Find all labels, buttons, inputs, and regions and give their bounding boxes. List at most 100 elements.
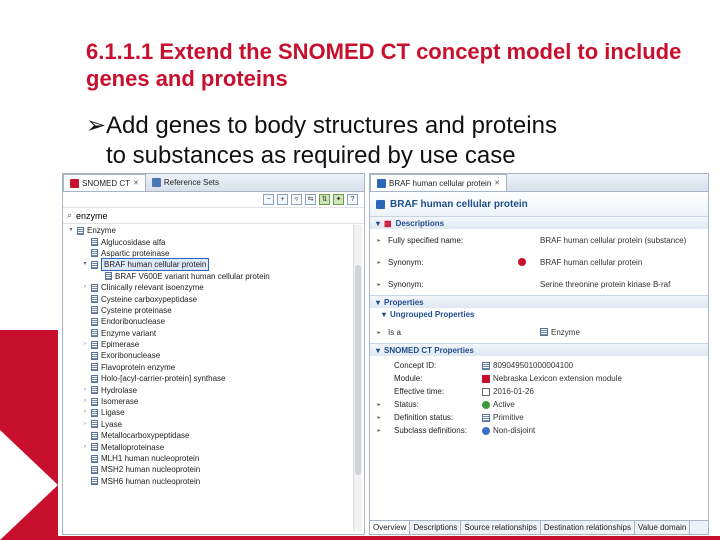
concept-icon <box>91 283 98 292</box>
chevron-right-icon[interactable]: › <box>81 282 89 293</box>
tree-item-label: Cysteine proteinase <box>101 305 172 315</box>
chevron-down-icon[interactable]: ▾ <box>67 225 75 236</box>
tree-item-braf-human-cellular-protein[interactable]: ▾ BRAF human cellular protein <box>63 258 353 272</box>
snomed-property-status: ▸ Status: Active <box>370 398 708 411</box>
tree-item-holo-acyl-carrier-protein-synthase[interactable]: Holo-[acyl-carrier-protein] synthase <box>63 373 353 384</box>
tree-item-cysteine-proteinase[interactable]: Cysteine proteinase <box>63 305 353 316</box>
tree-item-enzyme[interactable]: ▾ Enzyme <box>63 225 353 236</box>
property-value-cell: Nebraska Lexicon extension module <box>482 374 708 383</box>
chevron-right-icon[interactable]: › <box>81 419 89 430</box>
snomed-property-module: Module: Nebraska Lexicon extension module <box>370 372 708 385</box>
tree-item-label: Endoribonuclease <box>101 317 166 327</box>
ungrouped-properties-header[interactable]: ▾ Ungrouped Properties <box>370 308 708 321</box>
tab-destination-relationships[interactable]: Destination relationships <box>541 521 636 534</box>
filter-icon[interactable]: ▿ <box>291 194 302 205</box>
description-row[interactable]: ▸ Synonym: BRAF human cellular protein <box>370 251 708 273</box>
tab-reference-sets[interactable]: Reference Sets <box>146 174 225 191</box>
is-a-key: Is a <box>388 327 401 337</box>
snomed-properties-section[interactable]: ▾ SNOMED CT Properties <box>370 343 708 356</box>
tree-item-label: MSH2 human nucleoprotein <box>101 465 201 475</box>
properties-section-label: Properties <box>384 297 424 307</box>
collapse-all-icon[interactable]: − <box>263 194 274 205</box>
chevron-right-icon[interactable]: › <box>81 442 89 453</box>
concept-icon <box>91 249 98 258</box>
tree-item-label: MLH1 human nucleoprotein <box>101 454 200 463</box>
chevron-right-icon[interactable]: › <box>81 339 89 350</box>
concept-icon <box>91 454 98 463</box>
descriptions-section[interactable]: ▾ ▩ Descriptions <box>370 216 708 229</box>
tree-item-mlh1-human-nucleoprotein[interactable]: MLH1 human nucleoprotein <box>63 453 353 464</box>
is-a-value[interactable]: Enzyme <box>551 328 580 337</box>
description-key: Fully specified name: <box>388 235 464 245</box>
description-key: Synonym: <box>388 279 424 289</box>
description-value: BRAF human cellular protein <box>540 257 643 267</box>
property-value-cell: 2016-01-26 <box>482 387 708 396</box>
tab-overview[interactable]: Overview <box>370 521 411 534</box>
concept-icon <box>91 420 98 429</box>
tree-item-label: BRAF human cellular protein <box>101 258 210 272</box>
chevron-right-icon[interactable]: › <box>81 385 89 396</box>
expand-icon[interactable]: + <box>277 194 288 205</box>
preferred-ribbon-icon <box>518 258 526 266</box>
chevron-right-icon[interactable]: › <box>81 407 89 418</box>
close-icon[interactable]: ✕ <box>494 179 500 187</box>
tree-item-exoribonuclease[interactable]: Exoribonuclease <box>63 350 353 361</box>
tree-item-metalloproteinase[interactable]: › Metalloproteinase <box>63 441 353 452</box>
chevron-down-icon[interactable]: ▾ <box>81 259 89 270</box>
tree-item-clinically-relevant-isoenzyme[interactable]: › Clinically relevant isoenzyme <box>63 282 353 293</box>
is-a-row[interactable]: ▸ Is a Enzyme <box>370 321 708 343</box>
tree-item-enzyme-variant[interactable]: Enzyme variant <box>63 328 353 339</box>
tree-item-hydrolase[interactable]: › Hydrolase <box>63 384 353 395</box>
tree-scrollbar-thumb[interactable] <box>355 265 361 475</box>
help-icon[interactable]: ? <box>347 194 358 205</box>
tree-item-label: Cysteine carboxypeptidase <box>101 294 198 304</box>
tree-item-label: Alglucosidase alfa <box>101 237 166 247</box>
tree-item-epimerase[interactable]: › Epimerase <box>63 339 353 350</box>
link-icon[interactable]: ⇆ <box>305 194 316 205</box>
tree-item-ligase[interactable]: › Ligase <box>63 407 353 418</box>
description-row[interactable]: ▸ Fully specified name: BRAF human cellu… <box>370 229 708 251</box>
properties-section[interactable]: ▾ Properties <box>370 295 708 308</box>
search-icon: ⌕ <box>67 210 73 220</box>
tab-snomed-ct[interactable]: SNOMED CT ✕ <box>63 174 146 191</box>
chevron-right-icon: ▸ <box>377 329 381 336</box>
tab-source-relationships[interactable]: Source relationships <box>461 521 541 534</box>
chevron-down-icon: ▾ <box>376 218 381 228</box>
close-icon[interactable]: ✕ <box>133 179 139 187</box>
tab-value-domain[interactable]: Value domain <box>635 521 691 534</box>
sync-icon[interactable]: ⇅ <box>319 194 330 205</box>
tree-item-label: BRAF V600E variant human cellular protei… <box>115 271 270 281</box>
tree-item-msh2-human-nucleoprotein[interactable]: MSH2 human nucleoprotein <box>63 464 353 475</box>
tree-item-isomerase[interactable]: › Isomerase <box>63 396 353 407</box>
tree-item-endoribonuclease[interactable]: Endoribonuclease <box>63 316 353 327</box>
lightbulb-icon[interactable]: ✦ <box>333 194 344 205</box>
tab-descriptions[interactable]: Descriptions <box>410 521 462 534</box>
tree-toolbar: − + ▿ ⇆ ⇅ ✦ ? <box>63 192 364 208</box>
tree-item-label: Metalloproteinase <box>101 442 165 452</box>
tree-item-alglucosidase-alfa[interactable]: Alglucosidase alfa <box>63 236 353 247</box>
cal-icon <box>482 387 490 396</box>
tree-item-msh6-human-nucleoprotein[interactable]: MSH6 human nucleoprotein <box>63 476 353 487</box>
tree-item-metallocarboxypeptidase[interactable]: Metallocarboxypeptidase <box>63 430 353 441</box>
description-row[interactable]: ▸ Synonym: Serine threonine protein kina… <box>370 273 708 295</box>
search-input[interactable] <box>76 210 277 221</box>
chevron-right-icon[interactable]: › <box>81 396 89 407</box>
concept-icon <box>91 295 98 304</box>
snomed-property-definition-status: ▸ Definition status: Primitive <box>370 411 708 424</box>
tree-item-braf-v600e-variant-human-cellular-protein[interactable]: BRAF V600E variant human cellular protei… <box>63 271 353 282</box>
tree-item-label: Ligase <box>101 408 125 418</box>
concept-icon <box>376 199 385 209</box>
slide-bullet: ➢Add genes to body structures and protei… <box>86 111 706 171</box>
tree-item-label: Lyase <box>101 419 123 429</box>
tab-reference-sets-label: Reference Sets <box>163 178 220 187</box>
concept-icon <box>91 363 98 372</box>
concept-icon <box>77 226 84 235</box>
chevron-right-icon: ▸ <box>377 237 381 244</box>
snomed-properties-label: SNOMED CT Properties <box>384 345 474 355</box>
tab-concept-detail[interactable]: BRAF human cellular protein ✕ <box>370 174 508 191</box>
tree-scrollbar[interactable] <box>353 225 362 531</box>
concept-icon <box>91 465 98 474</box>
tree-item-flavoprotein-enzyme[interactable]: Flavoprotein enzyme <box>63 362 353 373</box>
tree-item-lyase[interactable]: › Lyase <box>63 419 353 430</box>
tree-item-cysteine-carboxypeptidase[interactable]: Cysteine carboxypeptidase <box>63 293 353 304</box>
